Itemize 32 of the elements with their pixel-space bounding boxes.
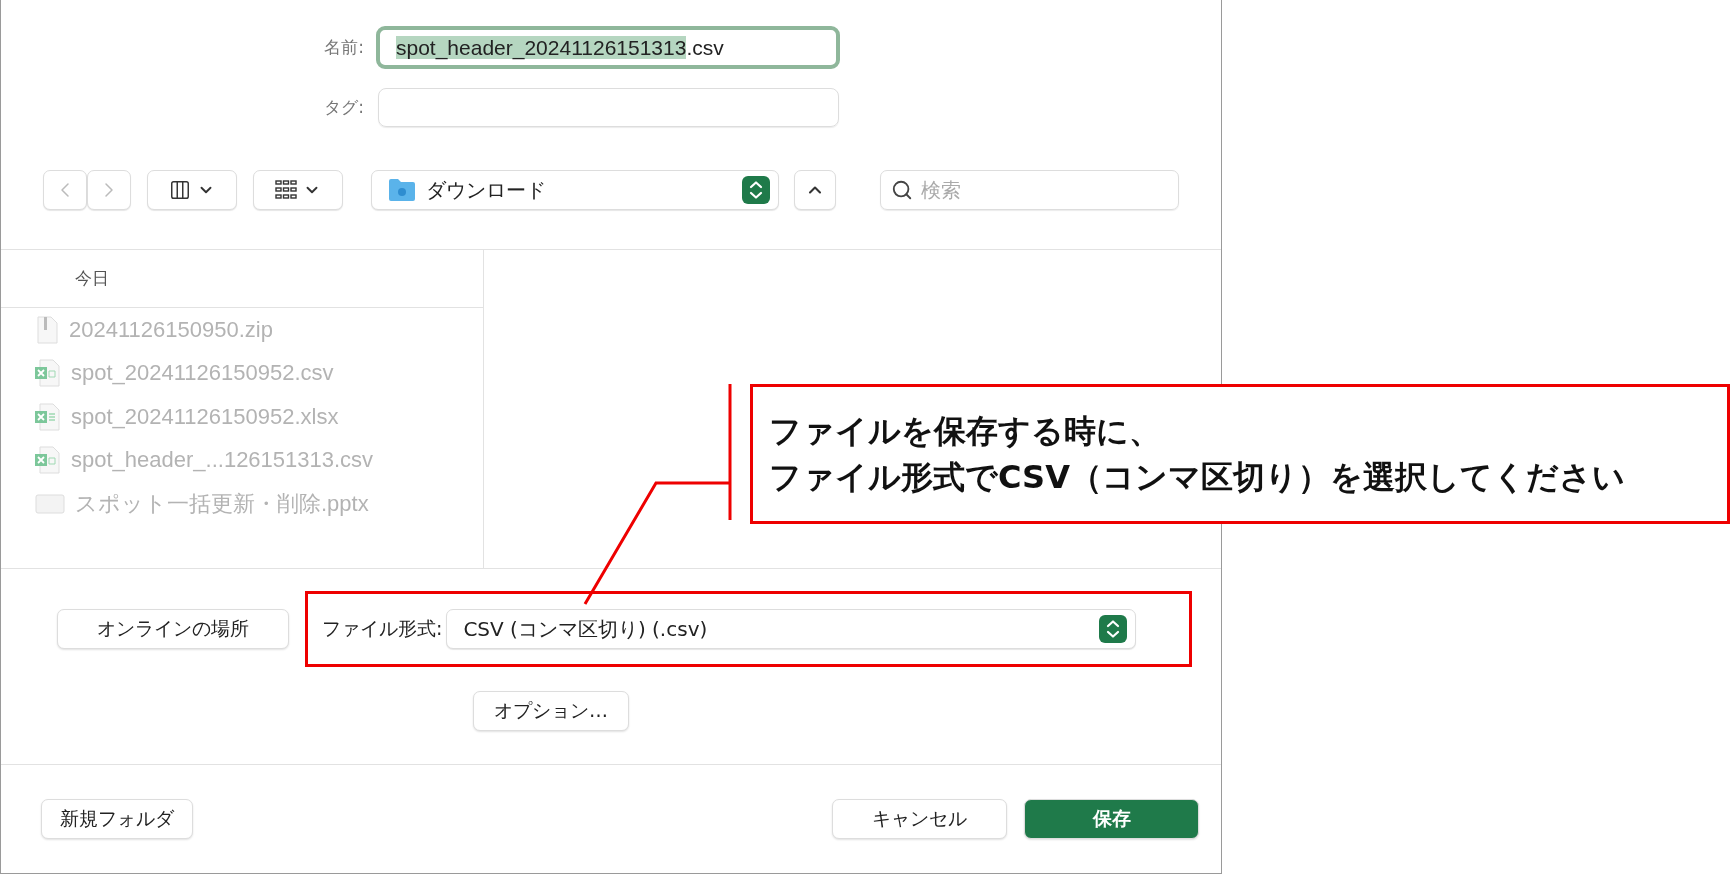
save-button[interactable]: 保存 [1024, 799, 1199, 839]
columns-icon [169, 179, 191, 201]
location-popup[interactable]: ダウンロード [371, 170, 779, 210]
forward-button[interactable] [87, 170, 131, 210]
zip-file-icon [35, 315, 59, 344]
name-field[interactable]: spot_header_20241126151313.csv [376, 26, 840, 69]
cancel-button[interactable]: キャンセル [832, 799, 1007, 839]
format-popup[interactable]: CSV (コンマ区切り) (.csv) [446, 609, 1137, 649]
spreadsheet-file-icon [35, 446, 61, 475]
tag-label: タグ: [323, 96, 365, 119]
up-button[interactable] [794, 170, 836, 210]
column-view-button[interactable] [147, 170, 237, 210]
grid-view-button[interactable] [253, 170, 343, 210]
folder-icon [388, 178, 416, 202]
grid-icon [275, 180, 297, 200]
presentation-file-icon [35, 492, 65, 515]
file-name-text: spot_header_20241126151313.csv [396, 35, 724, 60]
tag-field[interactable] [378, 88, 839, 127]
stepper-icon [742, 176, 770, 204]
callout-text: ファイル形式でCSV（コンマ区切り）を選択してください [769, 457, 1626, 498]
spreadsheet-file-icon [35, 359, 61, 388]
stepper-icon [1099, 615, 1128, 643]
group-header: 今日 [75, 267, 109, 290]
format-label: ファイル形式: [322, 616, 443, 641]
back-button[interactable] [43, 170, 87, 210]
name-label: 名前: [323, 36, 365, 59]
callout-text: ファイルを保存する時に、 [769, 410, 1162, 452]
options-button[interactable]: オプション… [473, 691, 629, 731]
spreadsheet-file-icon [35, 402, 61, 431]
new-folder-button[interactable]: 新規フォルダ [41, 799, 193, 839]
search-icon [891, 179, 913, 201]
online-locations-button[interactable]: オンラインの場所 [57, 609, 289, 649]
